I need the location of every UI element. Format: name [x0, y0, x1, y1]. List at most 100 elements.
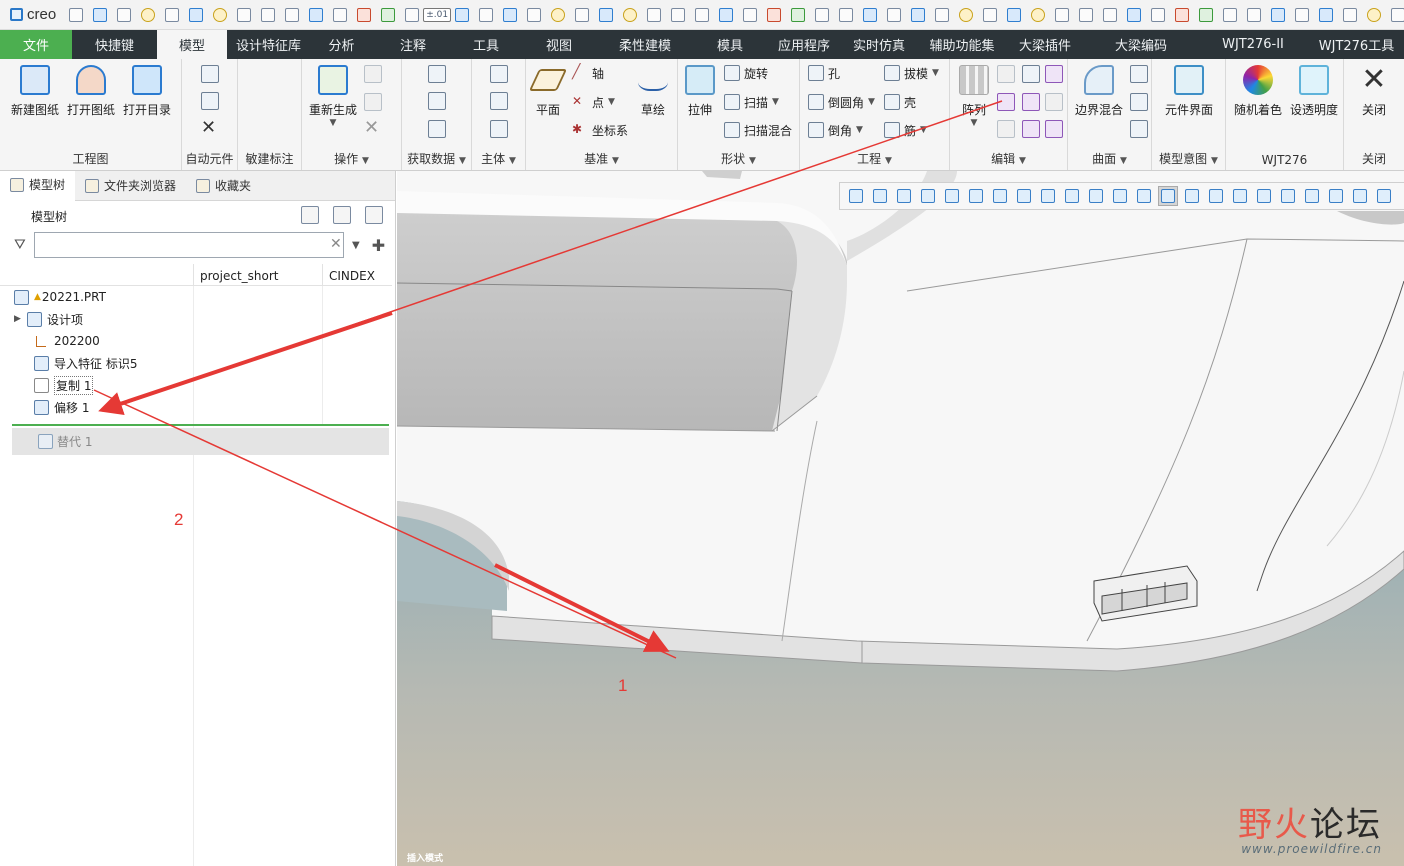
point-display-icon[interactable]: [1302, 186, 1322, 206]
regenerate-icon[interactable]: [161, 4, 183, 26]
tree-search-input[interactable]: [34, 232, 344, 258]
tab-shortcuts[interactable]: 快捷键: [72, 30, 157, 59]
tab-applications[interactable]: 应用程序: [769, 30, 839, 59]
toolbar-tool-52[interactable]: [1315, 4, 1337, 26]
tab-wjt276-ii[interactable]: WJT276-II: [1197, 30, 1309, 59]
insert-here-marker[interactable]: [12, 424, 389, 426]
add-filter-icon[interactable]: ✚: [372, 236, 385, 255]
toolbar-tool-54[interactable]: [1363, 4, 1385, 26]
tab-beam-code[interactable]: 大梁编码: [1085, 30, 1197, 59]
swept-blend-button[interactable]: 扫描混合: [724, 120, 792, 140]
spin-center-icon[interactable]: [1110, 186, 1130, 206]
toolbar-tool-45[interactable]: [1147, 4, 1169, 26]
new-drawing-button[interactable]: 新建图纸: [8, 65, 62, 118]
set-transparency-button[interactable]: 设透明度: [1286, 65, 1342, 118]
saved-orientations-icon[interactable]: [966, 186, 986, 206]
solidify-icon[interactable]: [1045, 120, 1063, 138]
refit-icon[interactable]: [846, 186, 866, 206]
tab-aux-functions[interactable]: 辅助功能集: [919, 30, 1005, 59]
hole-button[interactable]: 孔: [808, 63, 840, 83]
toolbar-tool-48[interactable]: [1219, 4, 1241, 26]
shading-icon[interactable]: [1206, 186, 1226, 206]
round-button[interactable]: 倒圆角 ▼: [808, 92, 875, 112]
toolbar-tool-34[interactable]: [883, 4, 905, 26]
tolerance-display-icon[interactable]: ±.01: [423, 4, 452, 26]
toolbar-tool-36[interactable]: [931, 4, 953, 26]
get-data-icon-1[interactable]: [428, 65, 446, 83]
delete-icon[interactable]: ✕: [364, 119, 382, 138]
paste-icon[interactable]: [364, 93, 382, 111]
toolbar-tool-32[interactable]: [835, 4, 857, 26]
toolbar-tool-43[interactable]: [1099, 4, 1121, 26]
close-button[interactable]: ✕ 关闭: [1346, 65, 1402, 118]
chamfer-button[interactable]: 倒角 ▼: [808, 120, 863, 140]
graphics-viewport[interactable]: 1 插入模式 野火论坛 www.proewildfire.cn: [397, 171, 1404, 866]
tree-filter-icon[interactable]: [365, 206, 383, 224]
toolbar-tool-39[interactable]: [1003, 4, 1025, 26]
column-project-short[interactable]: project_short: [193, 264, 279, 286]
toolbar-tool-19[interactable]: [523, 4, 545, 26]
tab-file[interactable]: 文件: [0, 30, 72, 59]
toolbar-tool-24[interactable]: [643, 4, 665, 26]
pause-icon[interactable]: [1350, 186, 1370, 206]
copy-icon[interactable]: [364, 65, 382, 83]
fill-icon[interactable]: [1130, 65, 1148, 83]
merge-icon[interactable]: [997, 93, 1015, 111]
group-label-body[interactable]: 主体 ▼: [472, 150, 525, 167]
extrude-button[interactable]: 拉伸: [680, 65, 720, 118]
datum-display-icon[interactable]: [1062, 186, 1082, 206]
edges-icon[interactable]: [1230, 186, 1250, 206]
toolbar-tool-27[interactable]: [715, 4, 737, 26]
open-directory-button[interactable]: 打开目录: [120, 65, 174, 118]
view-manager-icon[interactable]: [990, 186, 1010, 206]
tree-settings-icon[interactable]: [301, 206, 319, 224]
tab-beam-plugin[interactable]: 大梁插件: [1005, 30, 1085, 59]
shell-button[interactable]: 壳: [884, 92, 916, 112]
project-icon[interactable]: [1022, 120, 1040, 138]
zoom-in-icon[interactable]: [870, 186, 890, 206]
toolbar-tool-31[interactable]: [811, 4, 833, 26]
boundary-blend-button[interactable]: 边界混合: [1070, 65, 1128, 118]
tab-mold[interactable]: 模具: [691, 30, 769, 59]
expand-arrow-icon[interactable]: ▶: [14, 314, 22, 324]
get-data-icon-2[interactable]: [428, 92, 446, 110]
axis-display-icon[interactable]: [1278, 186, 1298, 206]
toolbar-tool-33[interactable]: [859, 4, 881, 26]
toolbar-tool-37[interactable]: [955, 4, 977, 26]
tree-node-import-feature[interactable]: 导入特征 标识5: [34, 352, 137, 374]
get-data-icon-3[interactable]: [428, 120, 446, 138]
toolbar-tool-35[interactable]: [907, 4, 929, 26]
toolbar-tool-23[interactable]: [619, 4, 641, 26]
open-drawing-button[interactable]: 打开图纸: [64, 65, 118, 118]
display-style-icon[interactable]: [942, 186, 962, 206]
freestyle-icon[interactable]: [1130, 120, 1148, 138]
toolbar-tool-21[interactable]: [571, 4, 593, 26]
toolbar-tool-55[interactable]: [1387, 4, 1404, 26]
tab-annotation[interactable]: 注释: [373, 30, 453, 59]
tab-favorites[interactable]: 收藏夹: [186, 171, 261, 201]
zoom-out-icon[interactable]: [894, 186, 914, 206]
toolbar-tool-46[interactable]: [1171, 4, 1193, 26]
toolbar-tool-13[interactable]: [377, 4, 399, 26]
auto-component-icon-1[interactable]: [201, 65, 219, 83]
toolbar-tool-53[interactable]: [1339, 4, 1361, 26]
tab-wjt276-tools[interactable]: WJT276工具: [1309, 30, 1404, 59]
plane-display-icon[interactable]: [1326, 186, 1346, 206]
section-icon[interactable]: [1038, 186, 1058, 206]
search-dropdown-icon[interactable]: ▼: [352, 240, 360, 251]
save-icon[interactable]: [113, 4, 135, 26]
point-display-icon[interactable]: [281, 4, 303, 26]
toolbar-tool-22[interactable]: [595, 4, 617, 26]
hidden-line-icon[interactable]: [1158, 186, 1178, 206]
new-icon[interactable]: [65, 4, 87, 26]
repaint-icon[interactable]: [918, 186, 938, 206]
tree-columns-icon[interactable]: [333, 206, 351, 224]
toolbar-tool-26[interactable]: [691, 4, 713, 26]
wireframe-icon[interactable]: [1134, 186, 1154, 206]
group-label-model-intent[interactable]: 模型意图 ▼: [1152, 150, 1225, 167]
tab-tools[interactable]: 工具: [453, 30, 519, 59]
tree-node-design-items[interactable]: ▶ 设计项: [14, 308, 83, 330]
more-icon[interactable]: [1374, 186, 1394, 206]
close-window-icon[interactable]: [209, 4, 231, 26]
toolbar-tool-18[interactable]: [499, 4, 521, 26]
